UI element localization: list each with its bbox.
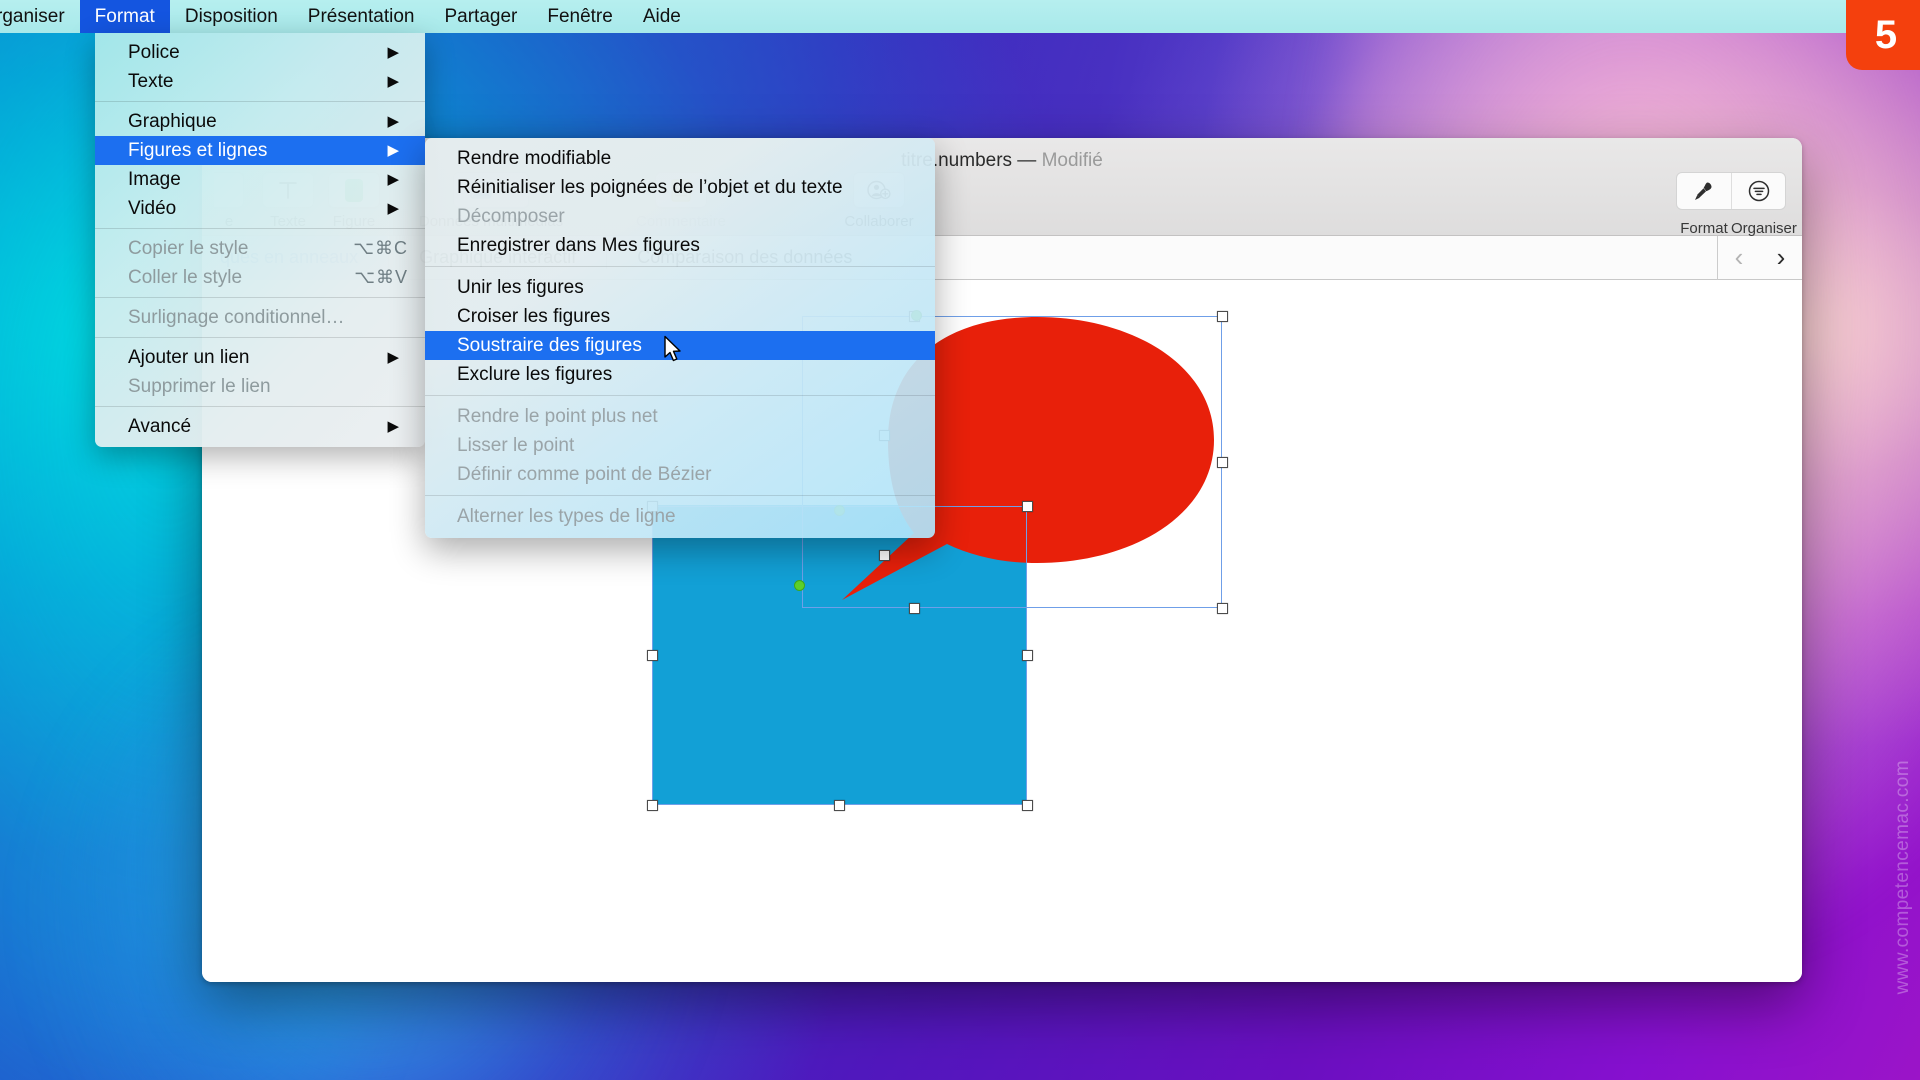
toolbar-label-organize: Organiser	[1731, 220, 1797, 237]
submenu-separator	[425, 266, 935, 267]
submenu-item-unir-les-figures[interactable]: Unir les figures	[425, 273, 935, 302]
menubar-item-format[interactable]: Format	[79, 0, 170, 33]
bezier-point[interactable]	[794, 580, 805, 591]
menubar-item-fenetre[interactable]: Fenêtre	[532, 0, 627, 33]
submenu-item-decomposer: Décomposer	[457, 205, 565, 227]
selection-rect-rectangle	[652, 506, 1027, 805]
menu-item-label: Texte	[128, 70, 174, 92]
submenu-item-enregistrer-mes-figures[interactable]: Enregistrer dans Mes figures	[425, 231, 935, 260]
menu-item-label: Avancé	[128, 415, 192, 437]
macos-menu-bar: rganiser Format Disposition Présentation…	[0, 0, 1920, 33]
resize-handle[interactable]	[1022, 650, 1033, 661]
toolbar-label-format: Format	[1680, 220, 1728, 237]
menu-item-label: Image	[128, 168, 181, 190]
chevron-right-icon: ▶	[387, 113, 399, 130]
inspector-button-pair	[1676, 172, 1786, 210]
resize-handle[interactable]	[879, 550, 890, 561]
resize-handle[interactable]	[647, 800, 658, 811]
paintbrush-icon	[1695, 182, 1712, 200]
resize-handle[interactable]	[1217, 603, 1228, 614]
menu-item-label: Police	[128, 41, 180, 63]
chevron-right-icon: ▶	[387, 142, 399, 159]
chevron-right-icon: ▶	[387, 171, 399, 188]
menu-separator	[95, 228, 425, 229]
chevron-right-icon: ▶	[387, 73, 399, 90]
resize-handle[interactable]	[647, 650, 658, 661]
sheet-prev-button[interactable]: ‹	[1718, 242, 1760, 273]
menu-item-copier-le-style: Copier le style ⌥⌘C	[95, 234, 425, 263]
resize-handle[interactable]	[1022, 800, 1033, 811]
submenu-separator	[425, 395, 935, 396]
toolbar-button-format[interactable]	[1677, 173, 1731, 209]
site-watermark: www.competencemac.com	[1892, 760, 1913, 995]
menu-item-shortcut: ⌥⌘V	[354, 267, 408, 287]
menubar-item-disposition[interactable]: Disposition	[170, 0, 293, 33]
format-dropdown-menu: Police ▶ Texte ▶ Graphique ▶ Figures et …	[95, 33, 425, 447]
resize-handle[interactable]	[1022, 501, 1033, 512]
resize-handle[interactable]	[909, 603, 920, 614]
menu-item-surlignage-conditionnel: Surlignage conditionnel…	[95, 303, 425, 332]
submenu-item-rendre-modifiable[interactable]: Rendre modifiable	[425, 144, 935, 173]
submenu-item-lisser-le-point: Lisser le point	[457, 434, 575, 456]
menu-item-label: Supprimer le lien	[128, 375, 271, 397]
menu-item-texte[interactable]: Texte ▶	[95, 67, 425, 96]
organize-filter-icon	[1748, 180, 1769, 202]
menu-item-label: Copier le style	[128, 237, 249, 259]
chevron-right-icon: ▶	[387, 349, 399, 366]
document-modified-state: Modifié	[1041, 150, 1103, 171]
menu-item-police[interactable]: Police ▶	[95, 38, 425, 67]
submenu-item-croiser-les-figures[interactable]: Croiser les figures	[425, 302, 935, 331]
menu-separator	[95, 406, 425, 407]
sheet-next-button[interactable]: ›	[1760, 242, 1802, 273]
toolbar-inspector-group: Format Organiser	[1676, 172, 1797, 237]
menu-separator	[95, 101, 425, 102]
menu-item-avance[interactable]: Avancé ▶	[95, 412, 425, 441]
menu-separator	[95, 337, 425, 338]
submenu-item-definir-point-bezier: Définir comme point de Bézier	[457, 463, 712, 485]
chevron-right-icon: ▶	[387, 418, 399, 435]
resize-handle[interactable]	[834, 800, 845, 811]
menubar-item-presentation[interactable]: Présentation	[293, 0, 430, 33]
menu-item-label: Vidéo	[128, 197, 177, 219]
menu-item-figures-et-lignes[interactable]: Figures et lignes ▶	[95, 136, 425, 165]
menu-item-supprimer-le-lien: Supprimer le lien	[95, 372, 425, 401]
menu-item-graphique[interactable]: Graphique ▶	[95, 107, 425, 136]
title-separator: —	[1012, 150, 1042, 171]
menu-item-label: Ajouter un lien	[128, 346, 250, 368]
submenu-item-reinitialiser-poignees[interactable]: Réinitialiser les poignées de l’objet et…	[425, 173, 935, 202]
menu-item-image[interactable]: Image ▶	[95, 165, 425, 194]
chevron-right-icon: ▶	[387, 44, 399, 61]
sheet-nav-buttons: ‹ ›	[1717, 235, 1802, 280]
resize-handle[interactable]	[1217, 311, 1228, 322]
menu-separator	[95, 297, 425, 298]
toolbar-button-organize[interactable]	[1731, 173, 1785, 209]
menu-item-label: Surlignage conditionnel…	[128, 306, 345, 328]
menubar-item-partager[interactable]: Partager	[429, 0, 532, 33]
menu-item-label: Coller le style	[128, 266, 243, 288]
menu-item-shortcut: ⌥⌘C	[353, 238, 408, 258]
submenu-separator	[425, 495, 935, 496]
submenu-item-rendre-point-plus-net: Rendre le point plus net	[457, 405, 658, 427]
chevron-right-icon: ▶	[387, 200, 399, 217]
menu-item-video[interactable]: Vidéo ▶	[95, 194, 425, 223]
submenu-item-alterner-types-de-ligne: Alterner les types de ligne	[457, 505, 676, 527]
mouse-cursor	[664, 335, 681, 362]
menu-item-ajouter-un-lien[interactable]: Ajouter un lien ▶	[95, 343, 425, 372]
menu-item-coller-le-style: Coller le style ⌥⌘V	[95, 263, 425, 292]
menu-item-label: Figures et lignes	[128, 139, 268, 161]
step-number-badge: 5	[1846, 0, 1920, 70]
resize-handle[interactable]	[1217, 457, 1228, 468]
menubar-item-aide[interactable]: Aide	[628, 0, 696, 33]
menubar-item-organiser[interactable]: rganiser	[0, 0, 80, 33]
menu-item-label: Graphique	[128, 110, 217, 132]
